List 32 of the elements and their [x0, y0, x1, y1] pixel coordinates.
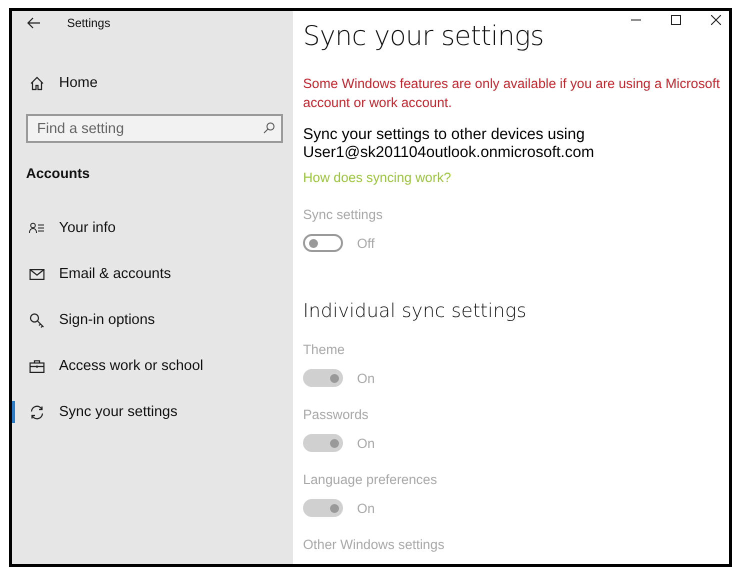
window-title: Settings — [67, 16, 110, 30]
maximize-icon[interactable] — [671, 15, 681, 25]
setting-label: Sync settings — [303, 207, 383, 222]
sidebar-item[interactable]: Email & accounts — [12, 263, 293, 285]
sidebar-item[interactable]: Your info — [12, 217, 293, 239]
briefcase-icon — [29, 360, 45, 372]
warning-text: Some Windows features are only available if you are using a Microsoft account or work account. — [303, 75, 721, 112]
toggle-state: On — [357, 436, 375, 450]
person-icon — [29, 222, 45, 234]
mail-icon — [29, 268, 45, 280]
section-heading: Individual sync settings — [303, 300, 526, 322]
setting-label: Passwords — [303, 407, 368, 422]
home-link[interactable]: Home — [12, 72, 293, 94]
section-heading: Accounts — [26, 165, 91, 181]
setting-label: Other Windows settings — [303, 537, 444, 552]
sidebar-item[interactable]: Access work or school — [12, 355, 293, 377]
toggle-state: On — [357, 370, 375, 386]
sidebar-item[interactable]: Sign-in options — [12, 309, 293, 331]
sync-icon — [29, 404, 45, 420]
home-icon — [29, 76, 45, 90]
toggle-state: Off — [357, 236, 375, 250]
search-icon — [263, 122, 275, 134]
key-icon — [29, 312, 45, 328]
page-title: Sync your settings — [303, 21, 544, 52]
minimize-icon[interactable] — [631, 19, 641, 21]
setting-label: Language preferences — [303, 472, 438, 487]
toggle-state: On — [357, 500, 375, 516]
description-text: Sync your settings to other devices using User1@sk201104outlook.onmicrosoft.com — [303, 126, 596, 162]
close-icon[interactable] — [711, 15, 721, 25]
search-field[interactable]: Find a setting — [26, 114, 283, 143]
setting-label: Theme — [303, 342, 345, 357]
back-arrow-icon[interactable] — [27, 17, 41, 29]
